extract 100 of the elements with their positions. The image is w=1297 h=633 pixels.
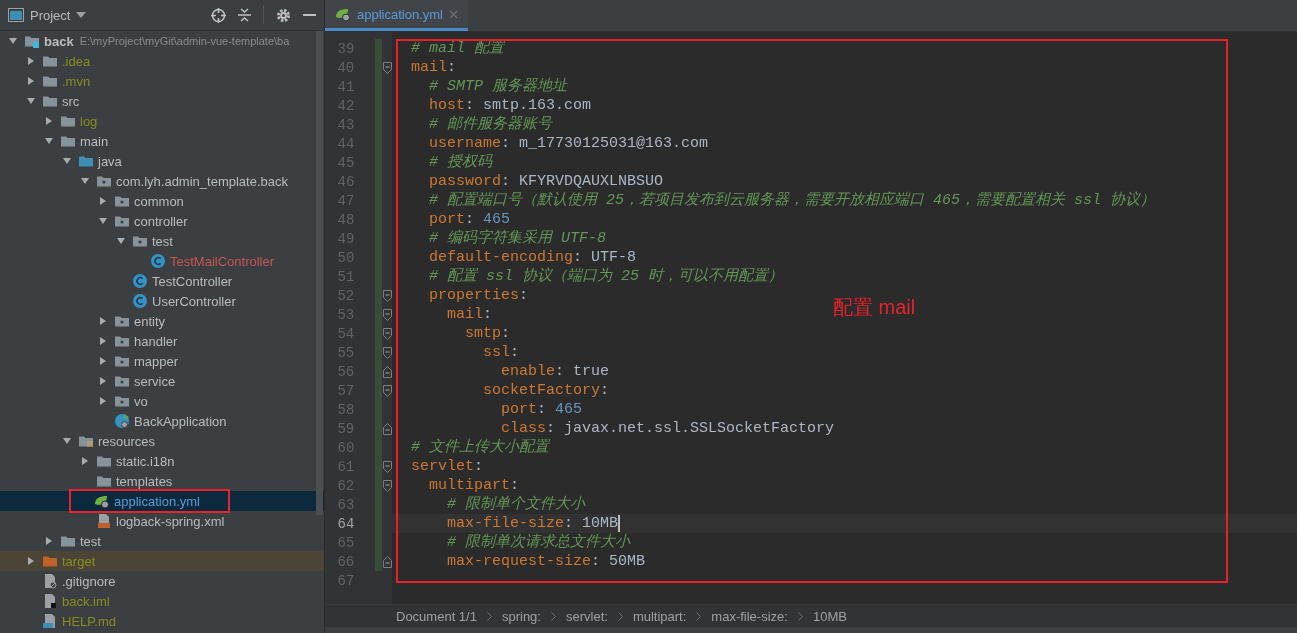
fold-marker-icon[interactable] [383, 555, 392, 568]
fold-marker-icon[interactable] [383, 384, 392, 397]
code-line: max-file-size: 10MB [446, 514, 619, 533]
fold-marker-icon[interactable] [383, 61, 392, 74]
tree-item[interactable]: resources [0, 431, 324, 451]
class-icon [150, 253, 166, 269]
class-icon [132, 273, 148, 289]
tree-item-label: TestMailController [170, 253, 275, 269]
fold-marker-icon[interactable] [383, 308, 392, 321]
module-file-icon [42, 593, 58, 609]
tree-item[interactable]: UserController [0, 291, 324, 311]
fold-marker-icon[interactable] [383, 327, 392, 340]
tree-item-label: target [62, 553, 96, 569]
tree-item-label: src [62, 93, 80, 109]
tree-item-label: java [98, 153, 122, 169]
caret-icon[interactable] [76, 12, 87, 18]
tree-item[interactable]: back.iml [0, 591, 324, 611]
tree-item[interactable]: com.lyh.admin_template.back [0, 171, 324, 191]
breadcrumb[interactable]: 10MB [812, 608, 847, 624]
class-run-icon [114, 413, 130, 429]
tree-item-label: UserController [152, 293, 236, 309]
tree-item-label: .gitignore [62, 573, 116, 589]
expand-arrow-icon[interactable] [78, 176, 92, 186]
tree-item[interactable]: java [0, 151, 324, 171]
editor-tab[interactable]: application.yml [325, 0, 468, 31]
code-line: username: m_17730125031@163.com [428, 134, 709, 153]
breadcrumb[interactable]: multipart: [632, 608, 687, 624]
expand-arrow-icon[interactable] [6, 36, 20, 46]
code-line: smtp: [464, 324, 511, 343]
tree-item[interactable]: test [0, 231, 324, 251]
tree-item[interactable]: back E:\myProject\myGit\admin-vue-template\ba [0, 31, 324, 51]
chevron-icon [486, 611, 492, 621]
tree-item[interactable]: static.i18n [0, 451, 324, 471]
tree-item-label: templates [116, 473, 173, 489]
tree-item[interactable]: common [0, 191, 324, 211]
tree-item-label: service [134, 373, 176, 389]
code-line: # 授权码 [428, 153, 492, 172]
tree-item-label: entity [134, 313, 166, 329]
settings-icon[interactable] [276, 7, 291, 23]
expand-arrow-icon[interactable] [96, 216, 110, 226]
fold-marker-icon[interactable] [383, 422, 392, 435]
expand-arrow-icon[interactable] [60, 436, 74, 446]
tree-item[interactable]: .gitignore [0, 571, 324, 591]
breadcrumb[interactable]: spring: [501, 608, 541, 624]
fold-marker-icon[interactable] [383, 365, 392, 378]
ignore-file-icon [42, 573, 58, 589]
code-line: properties: [428, 286, 529, 305]
tree-item[interactable]: .idea [0, 51, 324, 71]
expand-arrow-icon[interactable] [60, 156, 74, 166]
tree-item[interactable]: templates [0, 471, 324, 491]
code-line: default-encoding: UTF-8 [428, 248, 637, 267]
tree-item[interactable]: service [0, 371, 324, 391]
tree-item-label: test [152, 233, 173, 249]
tree-item[interactable]: src [0, 91, 324, 111]
collapse-icon[interactable] [238, 8, 251, 22]
tree-item[interactable]: test [0, 531, 324, 551]
scrollbar-thumb[interactable] [316, 31, 323, 515]
chevron-icon [617, 611, 623, 621]
breadcrumb[interactable]: Document 1/1 [396, 608, 477, 624]
tree-item[interactable]: .mvn [0, 71, 324, 91]
tree-item[interactable]: mapper [0, 351, 324, 371]
tree-item-label: handler [134, 333, 178, 349]
leaf-gear-icon [335, 6, 351, 22]
panel-title[interactable]: Project [30, 7, 71, 23]
tree-item[interactable]: controller [0, 211, 324, 231]
chevron-icon [696, 611, 702, 621]
code-line: # 编码字符集采用 UTF-8 [428, 229, 606, 248]
fold-marker-icon[interactable] [383, 460, 392, 473]
fold-marker-icon[interactable] [383, 346, 392, 359]
tree-item[interactable]: BackApplication [0, 411, 324, 431]
tree-item[interactable]: log [0, 111, 324, 131]
markdown-file-icon [42, 613, 58, 629]
chevron-icon [550, 611, 556, 621]
breadcrumb[interactable]: servlet: [565, 608, 608, 624]
class-icon [132, 293, 148, 309]
tree-item[interactable]: vo [0, 391, 324, 411]
tree-item-label: test [80, 533, 101, 549]
tree-item[interactable]: logback-spring.xml [0, 511, 324, 531]
fold-marker-icon[interactable] [383, 289, 392, 302]
crosshair-icon[interactable] [211, 7, 226, 23]
breadcrumb[interactable]: max-file-size: [711, 608, 788, 624]
tree-item[interactable]: main [0, 131, 324, 151]
minimize-icon[interactable] [303, 13, 316, 17]
tree-item[interactable]: HELP.md [0, 611, 324, 631]
code-line: multipart: [428, 476, 520, 495]
tree-item-label: com.lyh.admin_template.back [116, 173, 288, 189]
expand-arrow-icon[interactable] [114, 236, 128, 246]
tree-item[interactable]: TestController [0, 271, 324, 291]
tree-item[interactable]: entity [0, 311, 324, 331]
annotation-label: 配置 mail [833, 295, 916, 320]
code-line: enable: true [500, 362, 610, 381]
tree-item-label: BackApplication [134, 413, 227, 429]
code-line: max-request-size: 50MB [446, 552, 646, 571]
tree-item-label: application.yml [114, 493, 200, 509]
tree-item[interactable]: application.yml [0, 491, 324, 511]
fold-marker-icon[interactable] [383, 479, 392, 492]
expand-arrow-icon[interactable] [24, 96, 38, 106]
code-line: socketFactory: [482, 381, 610, 400]
expand-arrow-icon[interactable] [42, 136, 56, 146]
tree-item[interactable]: handler [0, 331, 324, 351]
